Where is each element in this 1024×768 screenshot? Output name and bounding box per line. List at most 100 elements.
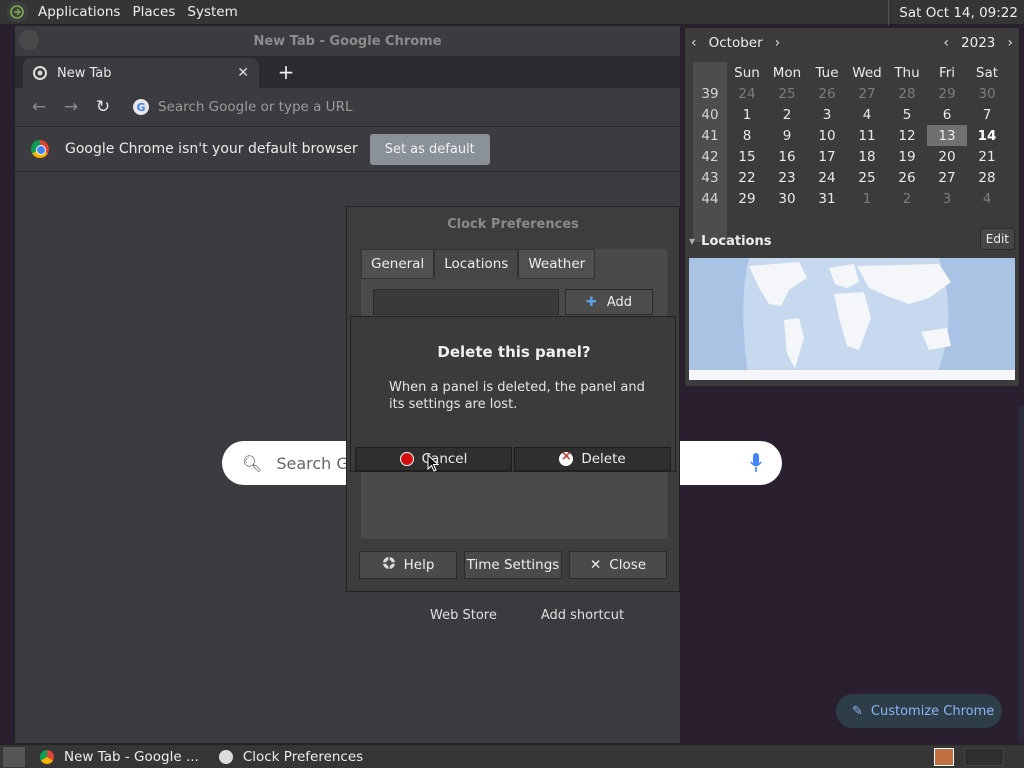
- delete-label: Delete: [581, 451, 626, 467]
- tab-strip: New Tab ✕ +: [15, 56, 680, 88]
- calendar-year: 2023: [961, 35, 996, 51]
- window-menu-icon[interactable]: [19, 30, 39, 50]
- taskbar-chrome-label: New Tab - Google ...: [64, 748, 199, 765]
- calendar-day[interactable]: 31: [807, 188, 847, 209]
- calendar-day[interactable]: 27: [847, 83, 887, 104]
- show-desktop-icon[interactable]: [2, 745, 26, 768]
- taskbar-clock-prefs[interactable]: Clock Preferences: [209, 746, 373, 768]
- calendar-day[interactable]: 9: [767, 125, 807, 146]
- prev-year-icon[interactable]: ‹: [943, 35, 949, 51]
- add-location-button[interactable]: ✚ Add: [565, 289, 653, 315]
- calendar-day[interactable]: 11: [847, 125, 887, 146]
- set-as-default-button[interactable]: Set as default: [369, 133, 490, 165]
- calendar-day[interactable]: 28: [967, 167, 1007, 188]
- location-list-area[interactable]: [373, 289, 559, 315]
- calendar-day[interactable]: 12: [887, 125, 927, 146]
- mouse-cursor-icon: [427, 454, 439, 472]
- calendar-day-selected[interactable]: 13: [927, 125, 967, 146]
- calendar-day[interactable]: 4: [967, 188, 1007, 209]
- calendar-day-today[interactable]: 14: [967, 125, 1007, 146]
- calendar-day[interactable]: 2: [887, 188, 927, 209]
- calendar-day[interactable]: 22: [727, 167, 767, 188]
- next-month-icon[interactable]: ›: [775, 35, 781, 51]
- calendar-day[interactable]: 26: [887, 167, 927, 188]
- calendar-day[interactable]: 10: [807, 125, 847, 146]
- calendar-day[interactable]: 24: [807, 167, 847, 188]
- time-settings-button[interactable]: Time Settings: [464, 551, 562, 579]
- locations-list[interactable]: [361, 479, 667, 539]
- close-button[interactable]: ✕ Close: [569, 551, 667, 579]
- places-menu[interactable]: Places: [126, 4, 181, 20]
- calendar-day[interactable]: 29: [927, 83, 967, 104]
- taskbar-chrome[interactable]: New Tab - Google ...: [30, 746, 209, 768]
- window-titlebar[interactable]: New Tab - Google Chrome: [15, 26, 680, 56]
- customize-chrome-button[interactable]: ✎ Customize Chrome: [836, 694, 1002, 728]
- calendar-day[interactable]: 2: [767, 104, 807, 125]
- week-number: 44: [701, 190, 719, 207]
- calendar-day[interactable]: 4: [847, 104, 887, 125]
- world-map: [689, 258, 1015, 380]
- calendar-day[interactable]: 6: [927, 104, 967, 125]
- calendar-day[interactable]: 25: [847, 167, 887, 188]
- taskbar-clock-label: Clock Preferences: [242, 748, 364, 765]
- calendar-day[interactable]: 27: [927, 167, 967, 188]
- new-tab-button[interactable]: +: [274, 60, 298, 84]
- calendar-day[interactable]: 23: [767, 167, 807, 188]
- calendar-day[interactable]: 16: [767, 146, 807, 167]
- chrome-logo-icon: [31, 140, 49, 158]
- web-store-link[interactable]: Web Store: [430, 608, 497, 623]
- prev-month-icon[interactable]: ‹: [691, 35, 697, 51]
- panel-clock[interactable]: Sat Oct 14, 09:22: [888, 0, 1024, 25]
- applications-menu[interactable]: Applications: [32, 4, 126, 20]
- calendar-day[interactable]: 17: [807, 146, 847, 167]
- back-arrow-icon[interactable]: ←: [23, 97, 55, 117]
- calendar-day[interactable]: 19: [887, 146, 927, 167]
- workspace-switcher-icon[interactable]: [934, 748, 954, 766]
- distro-logo-icon[interactable]: [6, 1, 28, 23]
- microphone-icon[interactable]: [750, 453, 762, 473]
- calendar-day[interactable]: 25: [767, 83, 807, 104]
- calendar-popup: ‹ October › ‹ 2023 › Sun Mon Tue Wed Thu…: [684, 27, 1020, 387]
- calendar-day[interactable]: 28: [887, 83, 927, 104]
- workspace-switcher[interactable]: [964, 748, 1004, 766]
- tab-title: New Tab: [57, 65, 112, 81]
- calendar-day[interactable]: 26: [807, 83, 847, 104]
- calendar-day[interactable]: 20: [927, 146, 967, 167]
- tab-locations[interactable]: Locations: [434, 249, 519, 279]
- locations-expander[interactable]: ▼ Locations Edit: [689, 228, 1015, 254]
- tab-weather[interactable]: Weather: [518, 249, 596, 279]
- calendar-day[interactable]: 1: [847, 188, 887, 209]
- infobar-message: Google Chrome isn't your default browser: [65, 141, 358, 157]
- delete-button[interactable]: Delete: [514, 447, 671, 471]
- tab-general[interactable]: General: [361, 249, 435, 279]
- tab-new-tab[interactable]: New Tab ✕: [23, 58, 259, 88]
- help-button[interactable]: Help: [359, 551, 457, 579]
- calendar-day[interactable]: 30: [967, 83, 1007, 104]
- calendar-day[interactable]: 24: [727, 83, 767, 104]
- calendar-day[interactable]: 29: [727, 188, 767, 209]
- calendar-day[interactable]: 8: [727, 125, 767, 146]
- calendar-day[interactable]: 18: [847, 146, 887, 167]
- add-shortcut-link[interactable]: Add shortcut: [541, 608, 624, 623]
- delete-icon: [559, 449, 574, 466]
- chrome-icon: [40, 749, 54, 764]
- delete-panel-dialog: Delete this panel? When a panel is delet…: [350, 316, 676, 472]
- omnibox[interactable]: G Search Google or type a URL: [133, 92, 672, 122]
- calendar-day[interactable]: 3: [927, 188, 967, 209]
- edit-locations-button[interactable]: Edit: [979, 228, 1015, 250]
- search-icon: 🔍︎: [242, 453, 263, 473]
- calendar-day[interactable]: 1: [727, 104, 767, 125]
- calendar-day[interactable]: 7: [967, 104, 1007, 125]
- calendar-day[interactable]: 30: [767, 188, 807, 209]
- forward-arrow-icon[interactable]: →: [55, 97, 87, 117]
- top-panel: Applications Places System Sat Oct 14, 0…: [0, 0, 1024, 25]
- system-menu[interactable]: System: [181, 4, 243, 20]
- next-year-icon[interactable]: ›: [1007, 35, 1013, 51]
- reload-icon[interactable]: ↻: [87, 97, 119, 117]
- calendar-day[interactable]: 15: [727, 146, 767, 167]
- help-label: Help: [403, 557, 435, 573]
- calendar-day[interactable]: 21: [967, 146, 1007, 167]
- tab-close-icon[interactable]: ✕: [237, 65, 249, 81]
- calendar-day[interactable]: 3: [807, 104, 847, 125]
- calendar-day[interactable]: 5: [887, 104, 927, 125]
